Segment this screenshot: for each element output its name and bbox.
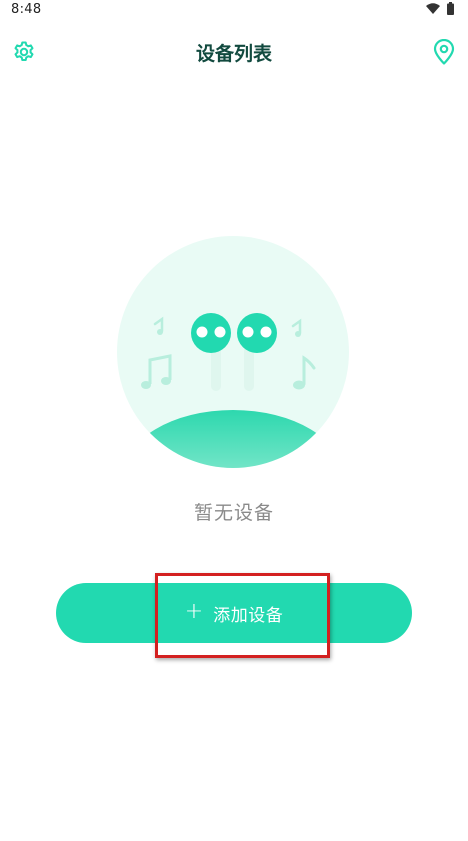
status-bar: 8:48 <box>0 0 468 22</box>
empty-message: 暂无设备 <box>193 502 274 524</box>
status-icons <box>426 2 454 15</box>
status-time: 8:48 <box>11 2 42 17</box>
location-button[interactable] <box>430 38 458 66</box>
location-pin-icon <box>433 39 455 65</box>
earbuds-illustration <box>117 236 349 468</box>
wifi-icon <box>426 3 440 14</box>
page-title: 设备列表 <box>195 43 272 65</box>
battery-icon <box>447 2 454 15</box>
header: 设备列表 <box>0 22 468 78</box>
plus-icon: + <box>184 599 204 624</box>
screen: 8:48 设备列表 暂无设备 + 添加设备 <box>0 0 468 841</box>
add-device-label: 添加设备 <box>213 605 284 626</box>
empty-illustration <box>117 236 349 468</box>
add-device-button[interactable]: + 添加设备 <box>56 583 412 643</box>
